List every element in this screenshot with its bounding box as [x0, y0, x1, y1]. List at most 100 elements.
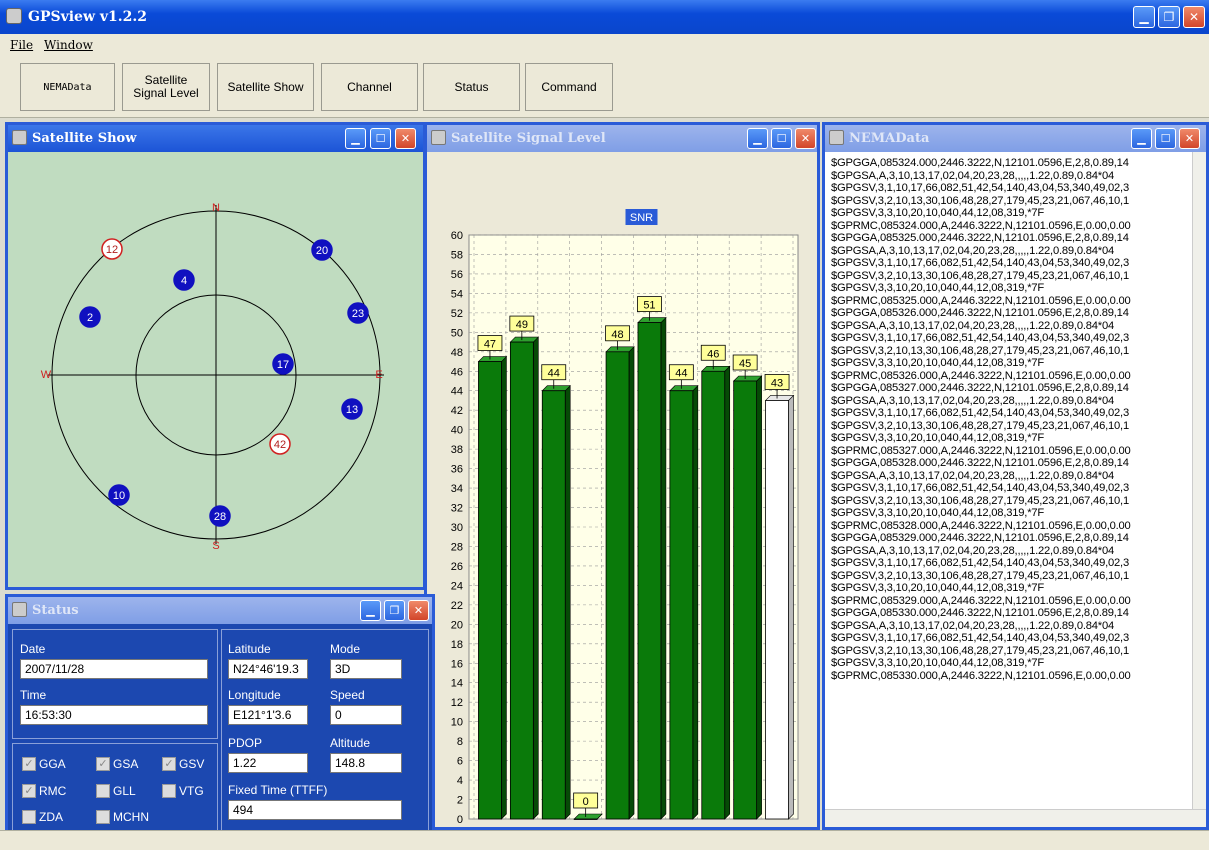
minimize-button[interactable]: ▁: [1131, 128, 1152, 149]
gsa-checkbox[interactable]: ✓ GSA: [96, 757, 138, 771]
gll-checkbox[interactable]: GLL: [96, 784, 136, 798]
value-label: 47: [484, 339, 496, 351]
bar-top: [605, 346, 635, 353]
time-field[interactable]: 16:53:30: [20, 705, 208, 725]
bar-top: [764, 395, 795, 401]
nmea-line: $GPGSV,3,1,10,17,66,082,51,42,54,140,43,…: [831, 557, 1129, 569]
nmea-line: $GPGSV,3,2,10,13,30,106,48,28,27,179,45,…: [831, 419, 1129, 432]
x-tick-label: 17: [643, 826, 655, 827]
x-tick-label: 42: [771, 826, 783, 827]
minimize-button[interactable]: ▁: [1133, 6, 1155, 28]
mode-field[interactable]: 3D: [330, 659, 402, 679]
nmea-line: $GPGSV,3,2,10,13,30,106,48,28,27,179,45,…: [831, 194, 1129, 207]
nmea-line: $GPGSV,3,3,10,20,10,040,44,12,08,319,*7F: [831, 582, 1045, 594]
speed-field[interactable]: 0: [330, 705, 402, 725]
window-icon: [12, 602, 27, 617]
sky-plot: N S E W 12 20 4 2 23 17 13 42 10 28: [8, 152, 423, 587]
ttff-field[interactable]: 494: [228, 800, 402, 820]
nmea-line: $GPGSV,3,1,10,17,66,082,51,42,54,140,43,…: [831, 182, 1129, 194]
y-tick-label: 32: [451, 503, 463, 515]
nmea-line: $GPGSA,A,3,10,13,17,02,04,20,23,28,,,,,1…: [831, 544, 1115, 557]
nmea-line: $GPGSV,3,1,10,17,66,082,51,42,54,140,43,…: [831, 407, 1129, 419]
x-tick-label: 23: [707, 826, 719, 827]
nmea-line: $GPGSV,3,2,10,13,30,106,48,28,27,179,45,…: [831, 344, 1129, 357]
rmc-checkbox[interactable]: ✓ RMC: [22, 784, 66, 798]
bar-top: [637, 317, 667, 323]
maximize-button[interactable]: ☐: [771, 128, 792, 149]
nmea-horizontal-scrollbar[interactable]: [825, 809, 1206, 827]
altitude-label: Altitude: [330, 736, 371, 750]
satellite-id-label: 4: [181, 275, 187, 287]
minimize-button[interactable]: ▁: [747, 128, 768, 149]
app-icon: [6, 8, 22, 24]
nmea-line: $GPGSV,3,2,10,13,30,106,48,28,27,179,45,…: [831, 569, 1129, 582]
nmea-line: $GPRMC,085324.000,A,2446.3222,N,12101.05…: [831, 219, 1131, 232]
snr-bar: [478, 361, 502, 820]
command-button[interactable]: Command: [525, 63, 613, 111]
vtg-checkbox[interactable]: VTG: [162, 784, 204, 798]
y-tick-label: 58: [451, 249, 463, 261]
latitude-field[interactable]: N24°46'19.3: [228, 659, 308, 679]
window-icon: [12, 130, 27, 145]
pdop-field[interactable]: 1.22: [228, 753, 308, 773]
snr-bar: [701, 370, 726, 820]
restore-button[interactable]: ❐: [1158, 6, 1180, 28]
nmea-line: $GPGSV,3,2,10,13,30,106,48,28,27,179,45,…: [831, 269, 1129, 282]
satellite-show-button[interactable]: Satellite Show: [217, 63, 314, 111]
maximize-button[interactable]: ☐: [1155, 128, 1176, 149]
nmea-line: $GPGSA,A,3,10,13,17,02,04,20,23,28,,,,,1…: [831, 244, 1115, 257]
close-button[interactable]: ✕: [408, 600, 429, 621]
nmea-vertical-scrollbar[interactable]: [1192, 152, 1206, 827]
status-button[interactable]: Status: [423, 63, 520, 111]
date-field[interactable]: 2007/11/28: [20, 659, 208, 679]
pdop-label: PDOP: [228, 736, 263, 750]
close-button[interactable]: ✕: [395, 128, 416, 149]
signal-level-button[interactable]: Satellite Signal Level: [122, 63, 210, 111]
nemadata-button[interactable]: NEMAData: [20, 63, 115, 111]
bar-side: [724, 365, 731, 820]
bar-top: [701, 365, 731, 372]
snr-bar: [733, 380, 758, 820]
channel-button[interactable]: Channel: [321, 63, 418, 111]
gga-checkbox[interactable]: ✓ GGA: [22, 757, 66, 771]
satellite-id-label: 28: [214, 511, 226, 523]
nmea-line: $GPGSV,3,1,10,17,66,082,51,42,54,140,43,…: [831, 257, 1129, 269]
menu-window[interactable]: Window: [44, 38, 93, 52]
bar-top: [669, 385, 699, 392]
minimize-button[interactable]: ▁: [360, 600, 381, 621]
mchn-checkbox[interactable]: MCHN: [96, 810, 149, 824]
signal-level-label-2: Signal Level: [133, 86, 199, 100]
minimize-button[interactable]: ▁: [345, 128, 366, 149]
nmea-line: $GPGSV,3,1,10,17,66,082,51,42,54,140,43,…: [831, 632, 1129, 644]
nmea-line: $GPGSA,A,3,10,13,17,02,04,20,23,28,,,,,1…: [831, 169, 1115, 182]
y-tick-label: 16: [451, 658, 463, 670]
bar-top: [509, 336, 540, 343]
nmea-log[interactable]: $GPGGA,085324.000,2446.3222,N,12101.0596…: [829, 155, 1192, 805]
close-button[interactable]: ✕: [795, 128, 816, 149]
restore-button[interactable]: ❐: [384, 600, 405, 621]
menu-file[interactable]: File: [10, 38, 33, 52]
workspace-horizontal-scrollbar[interactable]: [0, 830, 1209, 850]
bar-side: [692, 385, 699, 820]
bar-side: [660, 316, 667, 820]
close-button[interactable]: ✕: [1179, 128, 1200, 149]
y-tick-label: 12: [451, 697, 463, 709]
bar-top: [732, 375, 763, 382]
snr-bar: [765, 400, 789, 820]
zda-checkbox[interactable]: ZDA: [22, 810, 63, 824]
satellite-id-label: 12: [106, 244, 118, 256]
date-label: Date: [20, 642, 46, 656]
satellite-show-title: Satellite Show: [32, 131, 137, 146]
signal-level-title: Satellite Signal Level: [451, 131, 606, 146]
altitude-field[interactable]: 148.8: [330, 753, 402, 773]
snr-bar: [605, 351, 630, 820]
nmea-line: $GPRMC,085327.000,A,2446.3222,N,12101.05…: [831, 444, 1131, 457]
longitude-field[interactable]: E121°1'3.6: [228, 705, 308, 725]
satellite-id-label: 17: [277, 359, 289, 371]
maximize-button[interactable]: ☐: [370, 128, 391, 149]
value-label: 45: [739, 358, 751, 370]
gsv-checkbox[interactable]: ✓ GSV: [162, 757, 204, 771]
close-button[interactable]: ✕: [1183, 6, 1205, 28]
nmea-line: $GPRMC,085330.000,A,2446.3222,N,12101.05…: [831, 669, 1131, 682]
app-titlebar: GPSview v1.2.2 ▁ ❐ ✕: [0, 0, 1209, 34]
